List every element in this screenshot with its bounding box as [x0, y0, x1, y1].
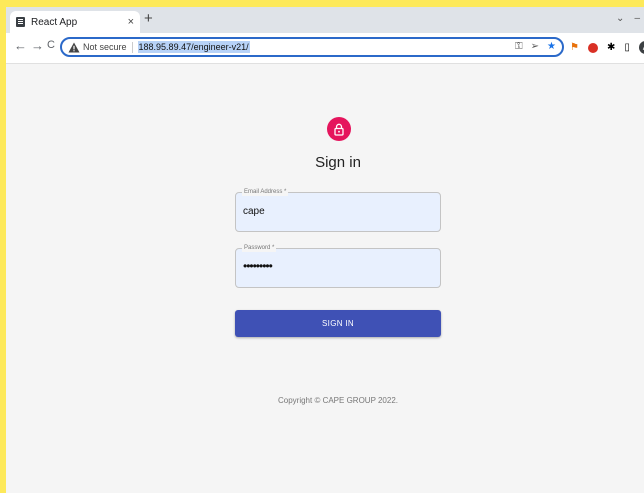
send-icon[interactable]: ➢	[531, 41, 539, 52]
bookmark-star-icon[interactable]: ★	[547, 41, 556, 52]
password-input[interactable]: •••••••••	[243, 259, 273, 273]
back-button[interactable]: ←	[14, 39, 27, 52]
page-title: Sign in	[315, 154, 361, 171]
divider	[131, 41, 133, 53]
page-favicon-icon	[16, 17, 25, 27]
copyright-text: Copyright © CAPE GROUP 2022.	[277, 396, 399, 405]
omnibox-actions: ⚿ ➢ ★	[515, 41, 556, 52]
security-status[interactable]: Not secure	[83, 42, 127, 52]
key-icon[interactable]: ⚿	[515, 41, 523, 52]
tab-title: React App	[31, 16, 78, 28]
sign-in-page: Sign in Email Address * cape Password * …	[6, 64, 644, 493]
password-label: Password *	[242, 244, 277, 252]
browser-toolbar: ← → C Not secure 188.95.89.47/engineer-v…	[6, 33, 644, 64]
browser-window: React App × + ⌄ – ← → C Not secure 188.9…	[6, 7, 644, 493]
side-panel-icon[interactable]: ▯	[624, 42, 630, 53]
extension-flag-icon[interactable]: ⚑	[570, 42, 579, 53]
address-bar[interactable]: Not secure 188.95.89.47/engineer-v21/ ⚿ …	[60, 37, 564, 57]
puzzle-icon[interactable]: ✱	[607, 42, 615, 53]
email-field[interactable]: Email Address * cape	[235, 188, 441, 232]
profile-avatar[interactable]: A	[638, 41, 644, 54]
email-label: Email Address *	[242, 188, 289, 196]
extension-red-icon[interactable]	[587, 42, 598, 53]
tab-close-icon[interactable]: ×	[128, 16, 134, 28]
tab-search-icon[interactable]: ⌄	[616, 13, 624, 24]
extensions-area: ⚑ ✱ ▯ A	[570, 41, 644, 54]
sign-in-button[interactable]: SIGN IN	[235, 310, 441, 337]
lock-icon	[334, 123, 344, 136]
email-input[interactable]: cape	[243, 206, 265, 217]
window-controls: ⌄ –	[616, 13, 640, 24]
new-tab-button[interactable]: +	[144, 11, 153, 26]
lock-avatar	[327, 117, 351, 141]
forward-button[interactable]: →	[31, 39, 44, 52]
tab-strip: React App × + ⌄ –	[6, 7, 644, 33]
url-text[interactable]: 188.95.89.47/engineer-v21/	[137, 41, 250, 53]
tab-react-app[interactable]: React App ×	[10, 11, 140, 33]
password-field[interactable]: Password * •••••••••	[235, 244, 441, 288]
minimize-button[interactable]: –	[634, 13, 640, 24]
reload-button[interactable]: C	[47, 40, 55, 51]
warning-icon[interactable]	[68, 42, 80, 53]
